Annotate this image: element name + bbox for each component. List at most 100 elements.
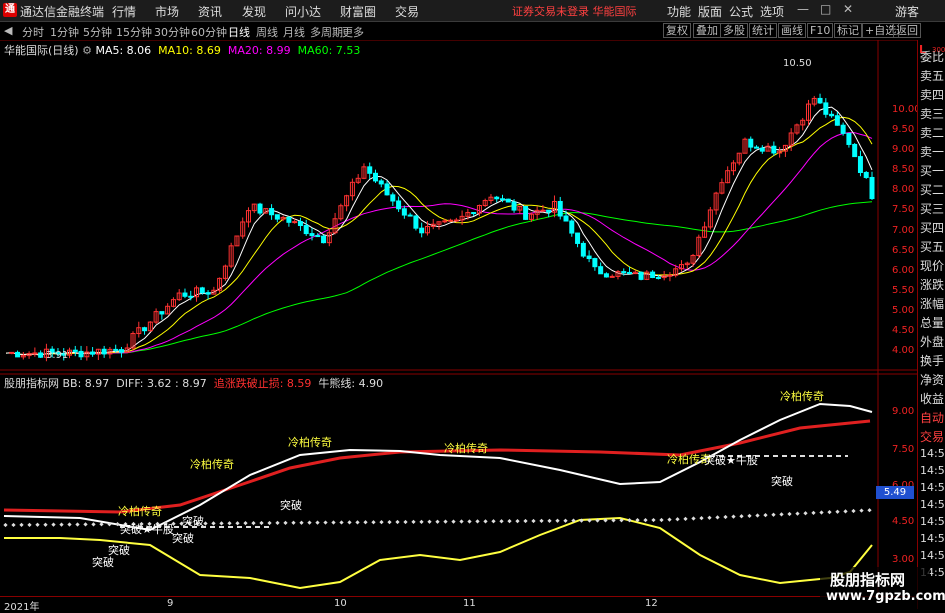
candle-body xyxy=(297,221,303,227)
candle-body xyxy=(101,348,107,355)
tool-button[interactable]: 复权 xyxy=(663,23,691,38)
ma5-line xyxy=(5,106,873,356)
candle-body xyxy=(384,183,390,196)
quote-panel-item: 卖四 xyxy=(920,88,945,102)
tool-button[interactable]: F10 xyxy=(807,23,834,38)
menu-options[interactable]: 选项 xyxy=(760,3,784,20)
menu-discover[interactable]: 发现 xyxy=(242,3,266,20)
diamond-dot xyxy=(843,509,848,514)
period-tab[interactable]: 30分钟 xyxy=(154,24,190,40)
diamond-dot xyxy=(299,520,304,525)
tool-button[interactable]: 多股 xyxy=(720,23,748,38)
menu-market[interactable]: 市场 xyxy=(155,3,179,20)
candle-body xyxy=(754,146,760,149)
candle-body xyxy=(372,172,378,182)
diamond-dot xyxy=(187,521,192,526)
diamond-dot xyxy=(83,522,88,527)
diamond-dot xyxy=(219,521,224,526)
diamond-dot xyxy=(171,521,176,526)
diamond-dot xyxy=(307,520,312,525)
menu-layout[interactable]: 版面 xyxy=(698,3,722,20)
candle-body xyxy=(32,352,38,355)
watermark-title: 股朋指标网 xyxy=(830,571,906,589)
candle-body xyxy=(407,214,413,217)
candle-body xyxy=(90,351,96,355)
price-tick: 5.50 xyxy=(892,284,915,296)
candle-body xyxy=(627,271,633,275)
period-tab[interactable]: 5分钟 xyxy=(83,24,112,40)
chart-canvas[interactable] xyxy=(0,40,917,609)
diamond-dot xyxy=(139,521,144,527)
candle-body xyxy=(563,215,569,222)
price-tick: 9.00 xyxy=(892,144,915,156)
candle-body xyxy=(413,215,419,229)
quote-panel-item: 委比 xyxy=(920,50,945,64)
diamond-dot xyxy=(227,521,232,526)
period-tab[interactable]: 分时 xyxy=(22,24,44,40)
period-tab[interactable]: 60分钟 xyxy=(191,24,227,40)
diamond-dot xyxy=(203,521,208,526)
diamond-dot xyxy=(539,518,544,524)
diamond-dot xyxy=(11,522,16,528)
candle-body xyxy=(321,235,327,244)
menu-quotes[interactable]: 行情 xyxy=(112,3,136,20)
minimize-icon[interactable]: — xyxy=(797,2,809,16)
quote-panel-item[interactable]: 自动 xyxy=(920,409,945,426)
diamond-dot xyxy=(675,517,680,522)
diamond-dot xyxy=(731,514,736,519)
menu-ask[interactable]: 问小达 xyxy=(285,3,321,20)
diamond-dot xyxy=(347,520,352,525)
tool-button[interactable]: 标记 xyxy=(834,23,862,38)
menu-formula[interactable]: 公式 xyxy=(729,3,753,20)
diamond-dot xyxy=(827,509,832,515)
tool-button[interactable]: 统计 xyxy=(749,23,777,38)
period-tab[interactable]: 周线 xyxy=(256,24,278,40)
login-alert[interactable]: 证券交易未登录 华能国际 xyxy=(512,3,637,19)
tool-button[interactable]: 叠加 xyxy=(693,23,721,38)
quote-panel-item: 买一 xyxy=(920,164,945,178)
period-tab[interactable]: 1分钟 xyxy=(50,24,79,40)
period-tab[interactable]: 更多 xyxy=(342,24,364,40)
quote-panel-item: 涨幅 xyxy=(920,297,945,311)
maximize-icon[interactable]: □ xyxy=(820,2,831,16)
quote-panel-item: 14:56 xyxy=(920,498,945,511)
quote-panel-item: 净资 xyxy=(920,373,945,387)
app-logo-icon: 通 xyxy=(3,3,17,17)
diamond-dot xyxy=(419,519,424,524)
quote-panel-item: 14:56 xyxy=(920,481,945,494)
price-axis: 10.00 9.50 9.00 8.50 8.00 7.50 7.00 6.50 6.00 5.5… xyxy=(880,40,921,370)
quote-panel-item: 14:56 xyxy=(920,464,945,477)
period-tab[interactable]: 月线 xyxy=(283,24,305,40)
candle-body xyxy=(401,208,407,216)
quote-panel-item[interactable]: 交易 xyxy=(920,428,945,445)
x-tick: 10 xyxy=(334,598,347,609)
candle-body xyxy=(557,200,563,217)
chevron-left-icon[interactable]: ◀ xyxy=(4,24,12,37)
diamond-dot xyxy=(835,509,840,514)
candle-body xyxy=(621,271,627,274)
diamond-dot xyxy=(275,520,280,526)
period-tab[interactable]: 多周期 xyxy=(310,24,343,40)
diamond-dot xyxy=(547,518,552,523)
candle-body xyxy=(205,292,211,295)
quote-panel-item: 收益 xyxy=(920,392,945,406)
tool-button[interactable]: 返回 xyxy=(893,23,921,38)
tool-button[interactable]: 画线 xyxy=(778,23,806,38)
close-icon[interactable]: ✕ xyxy=(843,2,853,16)
menu-trade[interactable]: 交易 xyxy=(395,3,419,20)
guest-button[interactable]: 游客 xyxy=(895,3,919,20)
diamond-dot xyxy=(235,521,240,526)
period-tab[interactable]: 15分钟 xyxy=(116,24,152,40)
diamond-dot xyxy=(27,522,32,527)
diamond-dot xyxy=(211,521,216,526)
diamond-dot xyxy=(795,511,800,516)
menu-news[interactable]: 资讯 xyxy=(198,3,222,20)
diamond-dot xyxy=(699,515,704,521)
candle-body xyxy=(188,295,194,298)
diamond-dot xyxy=(787,511,792,517)
period-tab-active[interactable]: 日线 xyxy=(228,24,250,40)
candle-body xyxy=(834,115,840,126)
menu-wealth[interactable]: 财富圈 xyxy=(340,3,376,20)
menu-function[interactable]: 功能 xyxy=(667,3,691,20)
candle-body xyxy=(500,198,506,201)
